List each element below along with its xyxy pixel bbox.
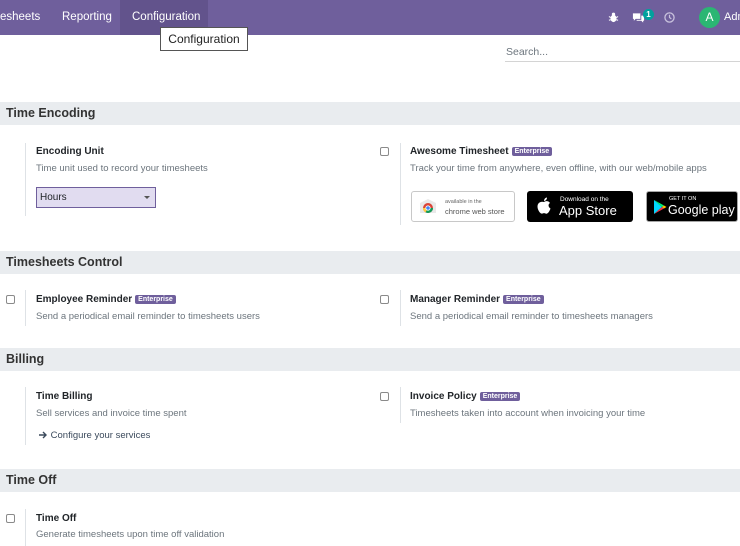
invoice-policy-title: Invoice Policy Enterprise [410, 391, 521, 402]
awesome-timesheet-checkbox[interactable] [380, 147, 389, 156]
configure-services-label: Configure your services [50, 430, 151, 441]
invoice-policy-checkbox[interactable] [380, 392, 389, 401]
time-billing-title: Time Billing [36, 391, 93, 402]
manager-reminder-title: Manager Reminder Enterprise [410, 294, 544, 305]
search-input[interactable] [505, 42, 740, 62]
menu-reporting[interactable]: Reporting [62, 0, 112, 35]
time-billing-desc: Sell services and invoice time spent [36, 408, 187, 419]
employee-reminder-desc: Send a periodical email reminder to time… [36, 311, 260, 322]
enterprise-badge: Enterprise [503, 295, 544, 304]
chrome-small-text: available in the [445, 199, 482, 205]
time-off-checkbox[interactable] [6, 514, 15, 523]
manager-reminder-desc: Send a periodical email reminder to time… [410, 311, 653, 322]
time-off-title: Time Off [36, 513, 77, 524]
user-name[interactable]: Adm [724, 0, 740, 35]
divider [400, 290, 401, 326]
enterprise-badge: Enterprise [511, 147, 553, 156]
invoice-policy-desc: Timesheets taken into account when invoi… [410, 408, 646, 419]
chrome-logo-icon [420, 199, 436, 213]
manager-reminder-label: Manager Reminder [410, 294, 501, 305]
chrome-web-store-badge[interactable]: available in the chrome web store [411, 191, 515, 222]
awesome-timesheet-label: Awesome Timesheet [410, 146, 509, 157]
section-time-off: Time Off [0, 469, 740, 492]
configure-services-link[interactable]: Configure your services [39, 430, 150, 441]
awesome-timesheet-title: Awesome Timesheet Enterprise [410, 146, 553, 157]
menu-timesheets[interactable]: esheets [0, 0, 42, 35]
divider [25, 143, 26, 216]
configuration-tooltip: Configuration [160, 27, 248, 51]
awesome-timesheet-desc: Track your time from anywhere, even offl… [410, 163, 707, 174]
divider [400, 143, 401, 225]
enterprise-badge: Enterprise [479, 392, 521, 401]
divider [25, 290, 26, 326]
apple-logo-icon [537, 197, 551, 214]
manager-reminder-checkbox[interactable] [380, 295, 389, 304]
divider [25, 387, 26, 445]
encoding-unit-value: Hours [40, 192, 67, 203]
avatar[interactable]: A [699, 7, 720, 28]
google-play-badge[interactable]: GET IT ON Google play [646, 191, 738, 222]
section-billing: Billing [0, 348, 740, 371]
google-play-icon [654, 200, 667, 214]
bug-icon[interactable] [606, 0, 620, 35]
employee-reminder-title: Employee Reminder Enterprise [36, 294, 176, 305]
employee-reminder-checkbox[interactable] [6, 295, 15, 304]
google-big-text: Google play [668, 203, 735, 217]
chrome-big-text: chrome web store [445, 207, 505, 216]
section-timesheets-control: Timesheets Control [0, 251, 740, 274]
chat-badge: 1 [643, 9, 654, 20]
top-navbar: esheets Reporting Configuration 1 A Adm [0, 0, 740, 35]
arrow-right-icon [39, 431, 47, 439]
encoding-unit-desc: Time unit used to record your timesheets [36, 163, 208, 174]
employee-reminder-label: Employee Reminder [36, 294, 133, 305]
google-small-text: GET IT ON [669, 196, 697, 202]
apple-big-text: App Store [559, 203, 617, 218]
app-store-badge[interactable]: Download on the App Store [527, 191, 633, 222]
section-time-encoding: Time Encoding [0, 102, 740, 125]
enterprise-badge: Enterprise [135, 295, 176, 304]
encoding-unit-title: Encoding Unit [36, 146, 104, 157]
divider [400, 387, 401, 423]
encoding-unit-select[interactable]: Hours [36, 187, 156, 208]
invoice-policy-label: Invoice Policy [410, 391, 477, 402]
caret-down-icon [144, 196, 150, 199]
time-off-desc: Generate timesheets upon time off valida… [36, 529, 225, 540]
divider [25, 509, 26, 546]
apple-small-text: Download on the [560, 196, 609, 203]
clock-icon[interactable] [662, 0, 676, 35]
